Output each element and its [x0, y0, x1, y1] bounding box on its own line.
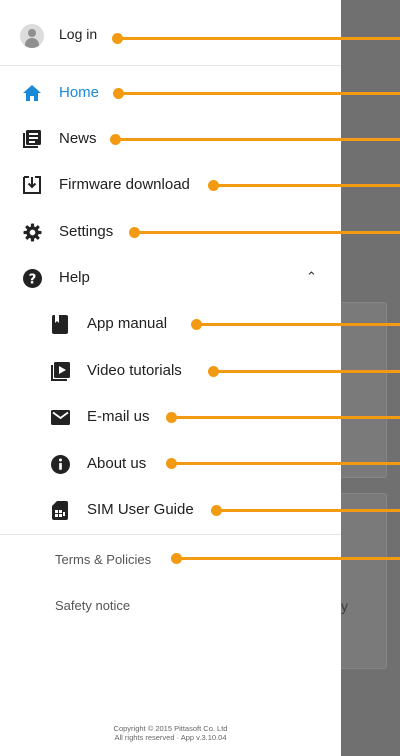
home-icon [22, 83, 42, 103]
annotation-callout [110, 134, 400, 145]
video-library-icon [50, 361, 70, 381]
annotation-callout [208, 366, 400, 377]
menu-item-label: News [59, 130, 97, 147]
annotation-callout [208, 180, 400, 191]
menu-item-label: Home [59, 84, 100, 101]
help-item-label: SIM User Guide [87, 501, 194, 518]
book-icon [50, 314, 70, 334]
annotation-callout [166, 458, 400, 469]
annotation-callout [129, 227, 400, 238]
menu-item-label: Help [59, 269, 90, 286]
help-item-label: Video tutorials [87, 362, 182, 379]
safety-notice-link[interactable]: Safety notice [55, 598, 130, 613]
news-icon [22, 129, 42, 149]
info-icon [50, 454, 70, 474]
annotation-callout [112, 33, 400, 44]
help-item-label: E-mail us [87, 408, 150, 425]
svg-text:?: ? [28, 272, 36, 287]
background-card [341, 302, 387, 478]
annotation-callout [113, 88, 400, 99]
annotation-callout [166, 412, 400, 423]
background-card [341, 493, 387, 669]
annotation-callout [211, 505, 400, 516]
divider [0, 534, 341, 535]
annotation-callout [191, 319, 400, 330]
menu-item-label: Settings [59, 223, 114, 240]
copyright-text: Copyright © 2015 Pittasoft Co. Ltd All r… [113, 724, 228, 742]
help-circle-icon: ? [22, 268, 42, 288]
divider [0, 65, 341, 66]
annotation-callout [171, 553, 400, 564]
login-label: Log in [59, 26, 98, 42]
sim-card-icon [50, 500, 70, 520]
help-item-label: App manual [87, 315, 168, 332]
terms-link[interactable]: Terms & Policies [55, 552, 151, 567]
gear-icon [22, 222, 42, 242]
navigation-drawer: Log in Home News Firmware download Setti… [0, 0, 341, 756]
download-box-icon [22, 175, 42, 195]
background-text: y [341, 598, 348, 614]
account-icon [20, 24, 44, 48]
envelope-icon [50, 407, 70, 427]
help-item-label: About us [87, 455, 147, 472]
menu-item-help[interactable]: ? Help ⌃ [0, 255, 341, 301]
chevron-up-icon[interactable]: ⌃ [306, 269, 317, 285]
menu-item-label: Firmware download [59, 176, 190, 193]
